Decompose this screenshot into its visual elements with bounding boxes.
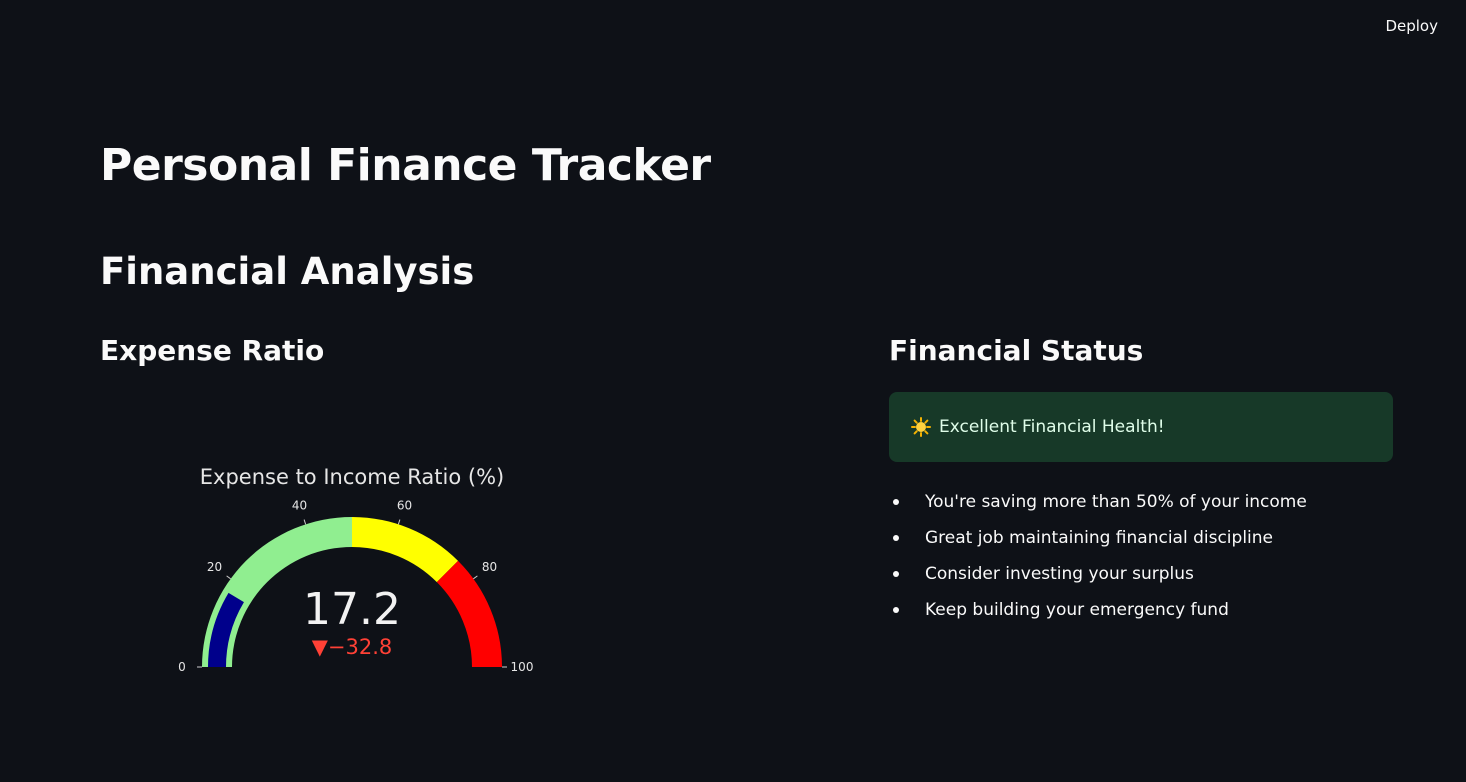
financial-status-subheader: Financial Status [889, 334, 1144, 367]
gauge-tick-label: 100 [511, 660, 534, 674]
sun-icon [911, 417, 931, 437]
gauge-tick [226, 575, 231, 580]
gauge-tick [397, 519, 401, 525]
gauge-title: Expense to Income Ratio (%) [200, 465, 504, 489]
expense-ratio-subheader: Expense Ratio [100, 334, 325, 367]
gauge-delta: ▼−32.8 [312, 635, 393, 659]
gauge-tick-label: 20 [207, 560, 222, 574]
gauge-step-2 [436, 560, 502, 667]
app-page: Deploy Personal Finance Tracker Financia… [0, 0, 1466, 782]
gauge-tick-label: 40 [292, 498, 307, 512]
list-item: Consider investing your surplus [889, 558, 1307, 594]
gauge-value-bar [208, 592, 244, 667]
list-item: Great job maintaining financial discipli… [889, 522, 1307, 558]
gauge-step-1 [352, 517, 459, 583]
list-item: Keep building your emergency fund [889, 594, 1307, 630]
gauge-tick-label: 60 [397, 498, 412, 512]
gauge-tick-label: 80 [482, 560, 497, 574]
gauge-value: 17.2 [303, 584, 401, 635]
page-title: Personal Finance Tracker [100, 140, 711, 191]
section-title: Financial Analysis [100, 250, 475, 293]
gauge-tick [473, 575, 478, 580]
tips-list: You're saving more than 50% of your inco… [889, 486, 1307, 630]
list-item: You're saving more than 50% of your inco… [889, 486, 1307, 522]
gauge-tick-label: 0 [178, 660, 186, 674]
status-message: Excellent Financial Health! [939, 417, 1165, 437]
deploy-button[interactable]: Deploy [1379, 13, 1444, 39]
gauge-tick [303, 519, 307, 525]
status-success-alert: Excellent Financial Health! [889, 392, 1393, 462]
expense-gauge-chart: Expense to Income Ratio (%) 0 20 40 60 80 100 1… [150, 450, 550, 690]
gauge-svg: Expense to Income Ratio (%) 0 20 40 60 80 100 1… [178, 465, 534, 674]
